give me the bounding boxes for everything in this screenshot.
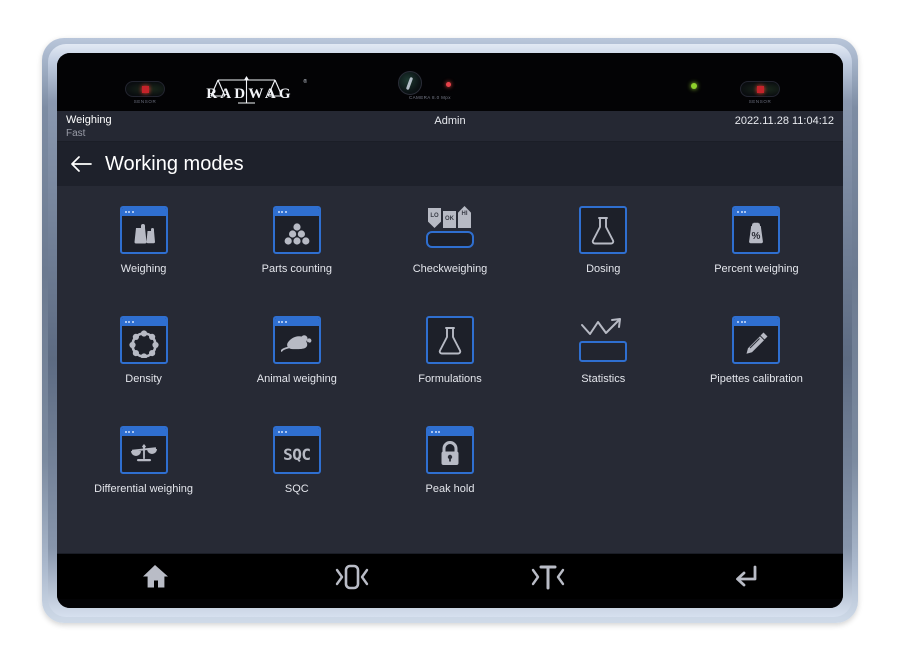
weighing-terminal-device: SENSOR RADWAG ® CAMERA 8.0 Mpx SENSOR We… [42, 38, 858, 623]
weight-readout-box [426, 231, 474, 248]
percent-weight-icon: % [732, 206, 781, 254]
mode-tile-weighing[interactable]: Weighing [67, 198, 220, 308]
touchscreen-ui: Weighing Fast Admin 2022.11.28 11:04:12 … [57, 111, 843, 553]
mode-tile-statistics[interactable]: Statistics [527, 308, 680, 418]
tag-lo: LO [428, 208, 441, 228]
sensor-led-icon [141, 85, 149, 93]
pipette-icon [732, 316, 781, 364]
radwag-wordmark: RADWAG [206, 86, 294, 102]
mode-tile-percent-weighing[interactable]: % Percent weighing [680, 198, 833, 308]
tile-label: Dosing [586, 263, 621, 275]
sensor-left-label: SENSOR [133, 99, 157, 104]
camera-lens-icon [398, 71, 422, 95]
parts-pyramid-icon [272, 206, 321, 254]
back-arrow-icon [71, 156, 92, 172]
grid-empty-slot [527, 418, 680, 528]
tile-label: Animal weighing [256, 373, 337, 385]
proximity-sensor-left[interactable] [125, 81, 165, 97]
tile-label: Formulations [418, 373, 482, 385]
tile-label: Peak hold [425, 483, 475, 495]
proximity-sensor-right[interactable] [740, 81, 780, 97]
working-modes-grid: Weighing Parts counting LO OK HI Checkwe… [57, 186, 843, 553]
mode-tile-dosing[interactable]: Dosing [527, 198, 680, 308]
mode-tile-checkweighing[interactable]: LO OK HI Checkweighing [373, 198, 526, 308]
registered-mark: ® [303, 79, 307, 85]
line-chart-icon [579, 316, 628, 364]
top-bezel: SENSOR RADWAG ® CAMERA 8.0 Mpx SENSOR [57, 53, 843, 111]
device-bezel-inner: SENSOR RADWAG ® CAMERA 8.0 Mpx SENSOR We… [48, 44, 852, 617]
mode-tile-sqc[interactable]: SQC SQC [220, 418, 373, 528]
page-title: Working modes [105, 152, 244, 175]
grid-row: Density Animal weighing Formulations Sta… [67, 308, 833, 418]
tare-icon [532, 565, 565, 589]
mode-tile-pipettes-calibration[interactable]: Pipettes calibration [680, 308, 833, 418]
enter-icon [735, 565, 757, 586]
bottom-bezel: radwag.com [57, 599, 843, 608]
grid-empty-slot [680, 418, 833, 528]
tag-hi: HI [458, 206, 471, 228]
bottom-navigation-bar [57, 553, 843, 599]
camera-status-led-icon [446, 82, 451, 87]
radwag-logo: RADWAG ® [190, 75, 310, 109]
sqc-text-icon: SQC [272, 426, 321, 474]
mode-tile-density[interactable]: Density [67, 308, 220, 418]
tile-label: SQC [284, 483, 309, 495]
tile-label: Parts counting [261, 263, 332, 275]
flask-icon [426, 316, 474, 364]
tile-label: Percent weighing [714, 263, 799, 275]
statistics-readout-box [579, 341, 628, 362]
status-datetime: 2022.11.28 11:04:12 [734, 115, 834, 127]
sqc-abbreviation: SQC [283, 444, 311, 464]
tile-label: Statistics [581, 373, 626, 385]
sensor-led-icon [756, 85, 764, 93]
power-led-icon [691, 83, 697, 89]
padlock-icon [426, 426, 474, 474]
home-icon [143, 565, 169, 588]
nav-tare-button[interactable] [450, 554, 647, 599]
mouse-icon [272, 316, 321, 364]
mode-tile-animal-weighing[interactable]: Animal weighing [220, 308, 373, 418]
tile-label: Pipettes calibration [709, 373, 803, 385]
camera-label: CAMERA 8.0 Mpx [409, 95, 451, 100]
tile-label: Checkweighing [412, 263, 488, 275]
status-bar: Weighing Fast Admin 2022.11.28 11:04:12 [57, 111, 843, 142]
zero-icon [335, 564, 368, 589]
status-mode-profile: Fast [66, 128, 86, 139]
back-button[interactable] [57, 142, 105, 186]
flask-icon [579, 206, 628, 254]
mode-tile-formulations[interactable]: Formulations [373, 308, 526, 418]
grid-row: Differential weighing SQC SQC Peak hold [67, 418, 833, 528]
mode-tile-peak-hold[interactable]: Peak hold [373, 418, 526, 528]
tile-label: Weighing [120, 263, 167, 275]
status-logged-user[interactable]: Admin [57, 115, 843, 127]
weights-icon [119, 206, 168, 254]
device-screen-glass: SENSOR RADWAG ® CAMERA 8.0 Mpx SENSOR We… [57, 53, 843, 608]
sensor-right-label: SENSOR [748, 99, 772, 104]
zigzag-trend-icon [581, 318, 622, 335]
mode-tile-differential-weighing[interactable]: Differential weighing [67, 418, 220, 528]
balance-scale-icon [119, 426, 168, 474]
grid-row: Weighing Parts counting LO OK HI Checkwe… [67, 198, 833, 308]
percent-symbol: % [752, 231, 761, 242]
title-bar: Working modes [57, 142, 843, 186]
nav-zero-button[interactable] [254, 554, 451, 599]
nav-home-button[interactable] [57, 554, 254, 599]
molecule-ring-icon [119, 316, 168, 364]
lo-ok-hi-icon: LO OK HI [426, 206, 474, 254]
tile-label: Differential weighing [94, 483, 194, 495]
threshold-tags: LO OK HI [428, 206, 471, 228]
tag-ok: OK [443, 211, 456, 228]
nav-enter-button[interactable] [647, 554, 844, 599]
tile-label: Density [125, 373, 162, 385]
mode-tile-parts-counting[interactable]: Parts counting [220, 198, 373, 308]
